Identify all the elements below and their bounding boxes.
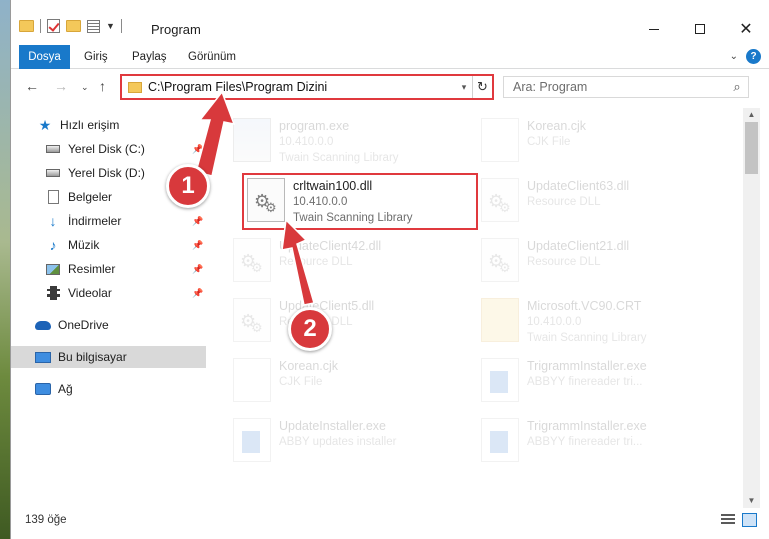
sidebar-item-onedrive[interactable]: OneDrive: [11, 314, 206, 336]
tiles-view-icon[interactable]: [742, 513, 757, 527]
vertical-scrollbar[interactable]: ▲ ▼: [743, 108, 760, 508]
pictures-icon: [46, 263, 60, 275]
search-icon[interactable]: ⌕: [726, 79, 748, 95]
address-bar[interactable]: C:\Program Files\Program Dizini ▾ ↻: [120, 74, 494, 100]
window-title: Program: [151, 22, 201, 37]
scroll-up-icon[interactable]: ▲: [743, 108, 760, 122]
title-bar: ▼ Program ✕: [11, 0, 769, 45]
file-icon: [233, 358, 271, 402]
file-tile[interactable]: Microsoft.VC90.CRT 10.410.0.0 Twain Scan…: [481, 294, 721, 352]
file-icon: [481, 118, 519, 162]
checklist-icon[interactable]: [47, 19, 60, 33]
exe-icon: [233, 418, 271, 462]
sidebar-item-downloads[interactable]: ↓ İndirmeler 📌: [11, 210, 206, 232]
minimize-icon: [649, 28, 659, 30]
scroll-thumb[interactable]: [745, 122, 758, 174]
new-folder-icon[interactable]: [66, 20, 81, 32]
forward-arrow-icon[interactable]: →: [54, 78, 68, 94]
file-tile[interactable]: UpdateClient63.dll Resource DLL: [481, 174, 721, 232]
address-path[interactable]: C:\Program Files\Program Dizini: [148, 80, 456, 94]
file-tile[interactable]: TrigrammInstaller.exe ABBYY finereader t…: [481, 414, 721, 472]
tab-home[interactable]: Giriş: [74, 45, 118, 69]
help-icon[interactable]: ?: [746, 49, 761, 64]
documents-icon: [47, 190, 59, 204]
pin-icon[interactable]: 📌: [192, 240, 204, 251]
onedrive-icon: [35, 320, 51, 330]
close-icon: ✕: [739, 21, 753, 38]
sidebar-item-local-disk-c[interactable]: Yerel Disk (C:) 📌: [11, 138, 206, 160]
ribbon-tabs: Dosya Giriş Paylaş Görünüm ⌄ ?: [11, 45, 769, 69]
sidebar-item-pictures[interactable]: Resimler 📌: [11, 258, 206, 280]
up-arrow-icon[interactable]: ↑: [99, 78, 106, 94]
highlight-box: [242, 173, 478, 230]
pin-icon[interactable]: 📌: [192, 264, 204, 275]
explorer-window: ▼ Program ✕ Dosya Giriş Paylaş Görünüm ⌄…: [10, 0, 769, 539]
tab-view[interactable]: Görünüm: [178, 45, 246, 69]
pin-icon[interactable]: 📌: [192, 216, 204, 227]
properties-icon[interactable]: [87, 19, 100, 33]
callout-2: 2: [288, 307, 332, 351]
tab-share[interactable]: Paylaş: [122, 45, 177, 69]
sidebar-item-music[interactable]: ♪ Müzik 📌: [11, 234, 206, 256]
exe-icon: [481, 418, 519, 462]
recent-locations-icon[interactable]: ⌄: [81, 82, 89, 93]
file-tile[interactable]: UpdateClient5.dll Resource DLL: [233, 294, 473, 352]
expand-ribbon-icon[interactable]: ⌄: [730, 51, 738, 62]
separator: [120, 19, 122, 33]
file-tile[interactable]: TrigrammInstaller.exe ABBYY finereader t…: [481, 354, 721, 412]
callout-1: 1: [166, 164, 210, 208]
item-count: 139 öğe: [25, 514, 67, 526]
exe-icon: [481, 358, 519, 402]
file-tile[interactable]: UpdateClient42.dll Resource DLL: [233, 234, 473, 292]
network-icon: [35, 383, 51, 395]
pin-icon[interactable]: 📌: [192, 144, 204, 155]
navigation-bar: ← → ⌄ ↑ C:\Program Files\Program Dizini …: [11, 70, 769, 104]
status-bar: 139 öğe: [11, 508, 769, 532]
refresh-icon[interactable]: ↻: [472, 76, 492, 98]
dll-gear-icon: [233, 238, 271, 282]
videos-icon: [46, 286, 60, 300]
file-tile[interactable]: Korean.cjk CJK File: [481, 114, 721, 172]
star-icon: ★: [38, 116, 52, 133]
file-tile[interactable]: UpdateInstaller.exe ABBY updates install…: [233, 414, 473, 472]
dll-gear-icon: [481, 178, 519, 222]
address-dropdown-icon[interactable]: ▾: [456, 82, 472, 93]
back-arrow-icon[interactable]: ←: [25, 78, 39, 94]
separator: [40, 19, 41, 33]
search-input[interactable]: Ara: Program ⌕: [503, 76, 749, 98]
minimize-button[interactable]: [631, 14, 677, 44]
quick-access-toolbar: ▼: [19, 19, 122, 33]
close-button[interactable]: ✕: [723, 14, 769, 44]
sidebar-item-videos[interactable]: Videolar 📌: [11, 282, 206, 304]
program-icon: [233, 118, 271, 162]
details-view-icon[interactable]: [721, 514, 735, 526]
folder-icon: [481, 298, 519, 342]
sidebar-item-quick-access[interactable]: ★ Hızlı erişim: [11, 114, 206, 136]
downloads-icon: ↓: [49, 213, 57, 229]
music-icon: ♪: [49, 237, 57, 253]
dll-gear-icon: [233, 298, 271, 342]
dll-gear-icon: [481, 238, 519, 282]
folder-icon: [19, 20, 34, 32]
pin-icon[interactable]: 📌: [192, 288, 204, 299]
sidebar-item-network[interactable]: Ağ: [11, 378, 206, 400]
sidebar-item-this-pc[interactable]: Bu bilgisayar: [11, 346, 206, 368]
file-tile[interactable]: program.exe 10.410.0.0 Twain Scanning Li…: [233, 114, 473, 172]
scroll-down-icon[interactable]: ▼: [743, 494, 760, 508]
this-pc-icon: [35, 351, 51, 363]
folder-icon: [128, 81, 142, 93]
customize-toolbar-icon[interactable]: ▼: [106, 21, 115, 31]
drive-icon: [46, 145, 60, 153]
file-tile[interactable]: Korean.cjk CJK File: [233, 354, 473, 412]
tab-file[interactable]: Dosya: [19, 45, 70, 69]
search-placeholder[interactable]: Ara: Program: [513, 80, 726, 94]
drive-icon: [46, 169, 60, 177]
maximize-button[interactable]: [677, 14, 723, 44]
maximize-icon: [695, 24, 705, 34]
file-tile[interactable]: UpdateClient21.dll Resource DLL: [481, 234, 721, 292]
